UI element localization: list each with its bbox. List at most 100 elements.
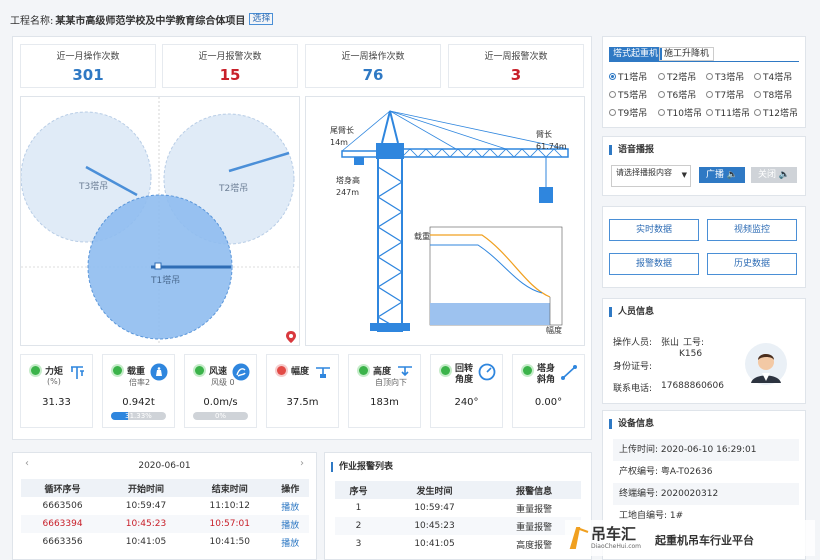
- device-info-row: 上传时间: 2020-06-10 16:29:01: [613, 439, 799, 461]
- stat-value: 15: [219, 66, 241, 84]
- alarm-title: 作业报警列表: [331, 462, 393, 472]
- crane-option-t3[interactable]: T3塔吊: [706, 70, 744, 83]
- sensor-tilt: 塔身斜角 0.00°: [512, 354, 585, 428]
- load-progress-bar: 31.33%: [111, 412, 166, 420]
- broadcast-content-select[interactable]: 请选择播报内容 ▼: [611, 165, 691, 187]
- stat-week-ops: 近一周操作次数 76: [305, 44, 441, 88]
- next-date-icon[interactable]: ›: [300, 458, 304, 469]
- play-button[interactable]: 播放: [272, 497, 309, 515]
- tilt-icon: [561, 365, 577, 380]
- history-data-button[interactable]: 历史数据: [707, 253, 797, 275]
- status-dot: [277, 366, 286, 375]
- amplitude-axis-label: 幅度: [546, 326, 562, 335]
- crane-base: [370, 323, 410, 331]
- stat-value: 76: [362, 66, 384, 84]
- crane-diagram: 尾臂长 14m 臂长 61.74m 塔身高 247m 载重 幅度: [305, 96, 585, 346]
- device-info-row: 产权编号: 粤A-T02636: [613, 461, 799, 483]
- mast-height-label: 塔身高: [336, 176, 360, 185]
- crane-option-t8[interactable]: T8塔吊: [754, 88, 792, 101]
- watermark-name: 吊车汇: [591, 525, 637, 543]
- crane-logo-icon: [569, 527, 589, 549]
- video-monitor-button[interactable]: 视频监控: [707, 219, 797, 241]
- project-select-button[interactable]: 选择: [249, 13, 274, 25]
- cycle-table: 循环序号 开始时间 结束时间 操作 6663506 10:59:47 11:10…: [21, 479, 309, 551]
- load-axis-label: 载重: [414, 232, 430, 241]
- crane-counterweight: [354, 157, 364, 165]
- tail-length-label: 尾臂长: [330, 126, 354, 135]
- crane-option-t2[interactable]: T2塔吊: [658, 70, 696, 83]
- radio-icon: [754, 109, 761, 116]
- crane-t1-label: T1塔吊: [151, 276, 181, 286]
- height-icon: [398, 366, 412, 377]
- crane-selector-panel: 塔式起重机 施工升降机 T1塔吊 T2塔吊 T3塔吊 T4塔吊 T5塔吊 T6塔…: [602, 36, 806, 128]
- alarm-data-button[interactable]: 报警数据: [609, 253, 699, 275]
- cycle-panel: ‹ 2020-06-01 › 循环序号 开始时间 结束时间 操作 6663506…: [12, 452, 317, 560]
- crane-site-map[interactable]: T3塔吊 T2塔吊 T1塔吊: [20, 96, 300, 346]
- crane-hook-load: [539, 187, 553, 203]
- realtime-data-button[interactable]: 实时数据: [609, 219, 699, 241]
- wind-progress-bar: 0%: [193, 412, 248, 420]
- stat-value: 301: [72, 66, 104, 84]
- crane-option-t6[interactable]: T6塔吊: [658, 88, 696, 101]
- phone-label: 联系电话:: [613, 384, 653, 394]
- close-broadcast-button[interactable]: 关闭 🔈: [751, 167, 797, 183]
- page-root: 工程名称: 某某市高级师范学校及中学教育综合体项目 选择 近一月操作次数 301…: [0, 0, 820, 560]
- voice-panel: 语音播报 请选择播报内容 ▼ 广播 🔈 关闭 🔈: [602, 136, 806, 196]
- table-row: 3 10:41:05 高度报警: [355, 539, 553, 551]
- crane-option-t7[interactable]: T7塔吊: [706, 88, 744, 101]
- play-button[interactable]: 播放: [272, 533, 309, 551]
- speaker-icon: 🔈: [778, 170, 791, 180]
- work-no: K156: [679, 349, 703, 359]
- sensor-rotation: 回转角度 240°: [430, 354, 503, 428]
- amplitude-icon: [316, 367, 330, 378]
- project-label: 工程名称:: [10, 15, 54, 27]
- radio-icon: [609, 109, 616, 116]
- project-name: 某某市高级师范学校及中学教育综合体项目: [55, 15, 246, 27]
- location-pin-icon[interactable]: [286, 331, 296, 343]
- rotation-icon: [478, 363, 496, 381]
- device-info-row: 终端编号: 2020020312: [613, 483, 799, 505]
- radio-icon: [706, 73, 713, 80]
- phone-value: 17688860606: [661, 381, 724, 391]
- tail-length-value: 14m: [330, 138, 348, 147]
- table-header-row: 序号 发生时间 报警信息: [335, 481, 581, 499]
- wind-icon: [232, 363, 250, 381]
- radio-icon: [658, 109, 665, 116]
- status-dot: [195, 366, 204, 375]
- watermark-slogan: 起重机吊车行业平台: [655, 534, 754, 547]
- load-current-fill: [430, 303, 550, 325]
- table-row: 6663506 10:59:47 11:10:12 播放: [21, 497, 309, 515]
- sensor-amplitude: 幅度 37.5m: [266, 354, 339, 428]
- play-button[interactable]: 播放: [271, 515, 309, 533]
- operator-name: 张山: [661, 338, 680, 348]
- radio-icon: [658, 73, 665, 80]
- crane-option-t1[interactable]: T1塔吊: [609, 70, 647, 83]
- radio-icon: [609, 73, 616, 80]
- torque-icon: [71, 366, 84, 379]
- sensor-wind: 风速 风级 0 0.0m/s 0%: [184, 354, 257, 428]
- radio-icon: [706, 109, 713, 116]
- stat-month-ops: 近一月操作次数 301: [20, 44, 156, 88]
- watermark: 吊车汇 DiaoCheHui.com 起重机吊车行业平台: [565, 520, 815, 556]
- crane-option-t11[interactable]: T11塔吊: [706, 106, 750, 119]
- stat-week-alarms: 近一周报警次数 3: [448, 44, 584, 88]
- crane-option-t12[interactable]: T12塔吊: [754, 106, 798, 119]
- tab-tower-crane[interactable]: 塔式起重机: [609, 47, 663, 61]
- status-dot: [523, 366, 532, 375]
- crane-option-t10[interactable]: T10塔吊: [658, 106, 702, 119]
- radio-icon: [609, 91, 616, 98]
- crane-option-t5[interactable]: T5塔吊: [609, 88, 647, 101]
- alarm-panel: 作业报警列表 序号 发生时间 报警信息 1 10:59:47 重量报警 2 10…: [324, 452, 592, 560]
- broadcast-button[interactable]: 广播 🔈: [699, 167, 745, 183]
- crane-option-t4[interactable]: T4塔吊: [754, 70, 792, 83]
- watermark-site: DiaoCheHui.com: [591, 543, 642, 550]
- chevron-down-icon: ▼: [681, 171, 687, 179]
- jib-length-label: 臂长: [536, 130, 552, 139]
- crane-t1-mast: [154, 262, 162, 270]
- device-title: 设备信息: [609, 419, 654, 429]
- crane-option-t9[interactable]: T9塔吊: [609, 106, 647, 119]
- table-row: 6663356 10:41:05 10:41:50 播放: [21, 533, 309, 551]
- tab-construction-hoist[interactable]: 施工升降机: [659, 47, 715, 61]
- personnel-title: 人员信息: [609, 307, 654, 317]
- mast-height-value: 247m: [336, 188, 360, 197]
